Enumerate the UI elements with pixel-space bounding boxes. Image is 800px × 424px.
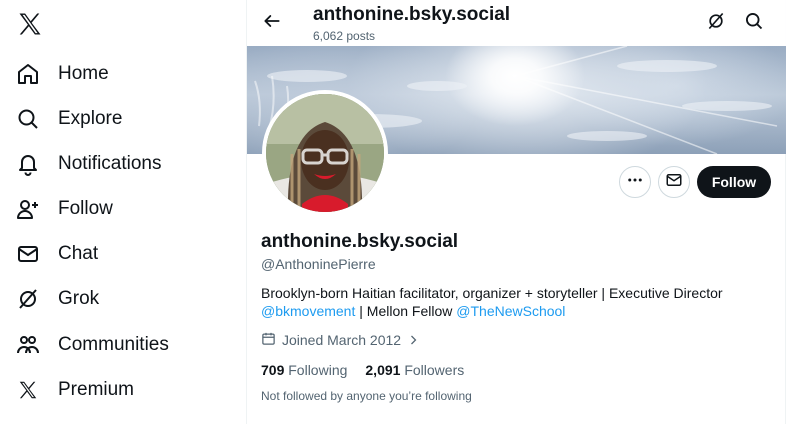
sidebar-item-label: Communities	[58, 334, 169, 355]
sidebar-item-explore[interactable]: Explore	[16, 99, 122, 139]
home-icon	[16, 62, 40, 86]
sidebar-item-follow[interactable]: Follow	[16, 189, 113, 229]
joined-date[interactable]: Joined March 2012	[261, 331, 419, 349]
sidebar-item-communities[interactable]: Communities	[16, 325, 169, 365]
sidebar-item-premium[interactable]: Premium	[16, 370, 134, 410]
bio-text-mid: | Mellon Fellow	[355, 303, 457, 319]
profile-header-bar: anthonine.bsky.social 6,062 posts	[247, 0, 786, 46]
following-count: 709	[261, 362, 285, 378]
followers-count: 2,091	[365, 362, 401, 378]
follow-button[interactable]: Follow	[697, 166, 771, 198]
mail-icon	[665, 171, 683, 194]
x-logo-icon[interactable]	[16, 10, 44, 38]
person-add-icon	[16, 197, 40, 221]
post-count: 6,062 posts	[313, 29, 376, 43]
avatar[interactable]	[262, 90, 388, 216]
bio-link-bkmovement[interactable]: @bkmovement	[261, 303, 355, 319]
sidebar-item-label: Notifications	[58, 153, 162, 174]
search-button[interactable]	[742, 11, 766, 35]
profile-bio: Brooklyn-born Haitian facilitator, organ…	[261, 284, 761, 320]
following-label: Following	[288, 362, 348, 378]
search-icon	[744, 11, 764, 36]
message-button[interactable]	[658, 166, 690, 198]
bio-text: Brooklyn-born Haitian facilitator, organ…	[261, 285, 723, 301]
arrow-left-icon	[262, 11, 282, 36]
not-followed-note: Not followed by anyone you’re following	[261, 389, 472, 403]
joined-label: Joined March 2012	[282, 332, 402, 348]
followers-link[interactable]: 2,091 Followers	[365, 362, 464, 378]
sidebar-item-label: Explore	[58, 108, 123, 129]
sidebar-item-grok[interactable]: Grok	[16, 279, 99, 319]
more-options-button[interactable]	[619, 166, 651, 198]
bell-icon	[16, 152, 40, 176]
following-link[interactable]: 709 Following	[261, 362, 347, 378]
search-icon	[16, 107, 40, 131]
profile-handle: @AnthoninePierre	[261, 256, 376, 272]
chevron-right-icon	[407, 334, 419, 346]
profile-column: anthonine.bsky.social 6,062 posts Follow…	[246, 0, 786, 424]
grok-icon	[16, 287, 40, 311]
sidebar-item-notifications[interactable]: Notifications	[16, 144, 162, 184]
mail-icon	[16, 242, 40, 266]
grok-icon	[706, 11, 726, 36]
more-icon	[626, 171, 644, 194]
header-title: anthonine.bsky.social	[313, 4, 511, 25]
sidebar-item-label: Chat	[58, 243, 99, 264]
follow-stats: 709 Following 2,091 Followers	[261, 362, 482, 378]
sidebar-item-label: Grok	[58, 288, 100, 309]
sidebar-item-home[interactable]: Home	[16, 54, 109, 94]
followers-label: Followers	[404, 362, 465, 378]
sidebar: Home Explore Notifications Follow Chat G…	[0, 0, 246, 424]
sidebar-item-label: Home	[58, 63, 109, 84]
sidebar-item-label: Follow	[58, 198, 113, 219]
back-button[interactable]	[259, 10, 285, 36]
bio-link-newschool[interactable]: @TheNewSchool	[456, 303, 565, 319]
calendar-icon	[261, 331, 276, 349]
x-logo-icon	[16, 378, 40, 402]
profile-name: anthonine.bsky.social	[261, 231, 459, 252]
sidebar-item-label: Premium	[58, 379, 135, 400]
grok-button[interactable]	[704, 11, 728, 35]
communities-icon	[16, 333, 40, 357]
sidebar-item-chat[interactable]: Chat	[16, 234, 98, 274]
